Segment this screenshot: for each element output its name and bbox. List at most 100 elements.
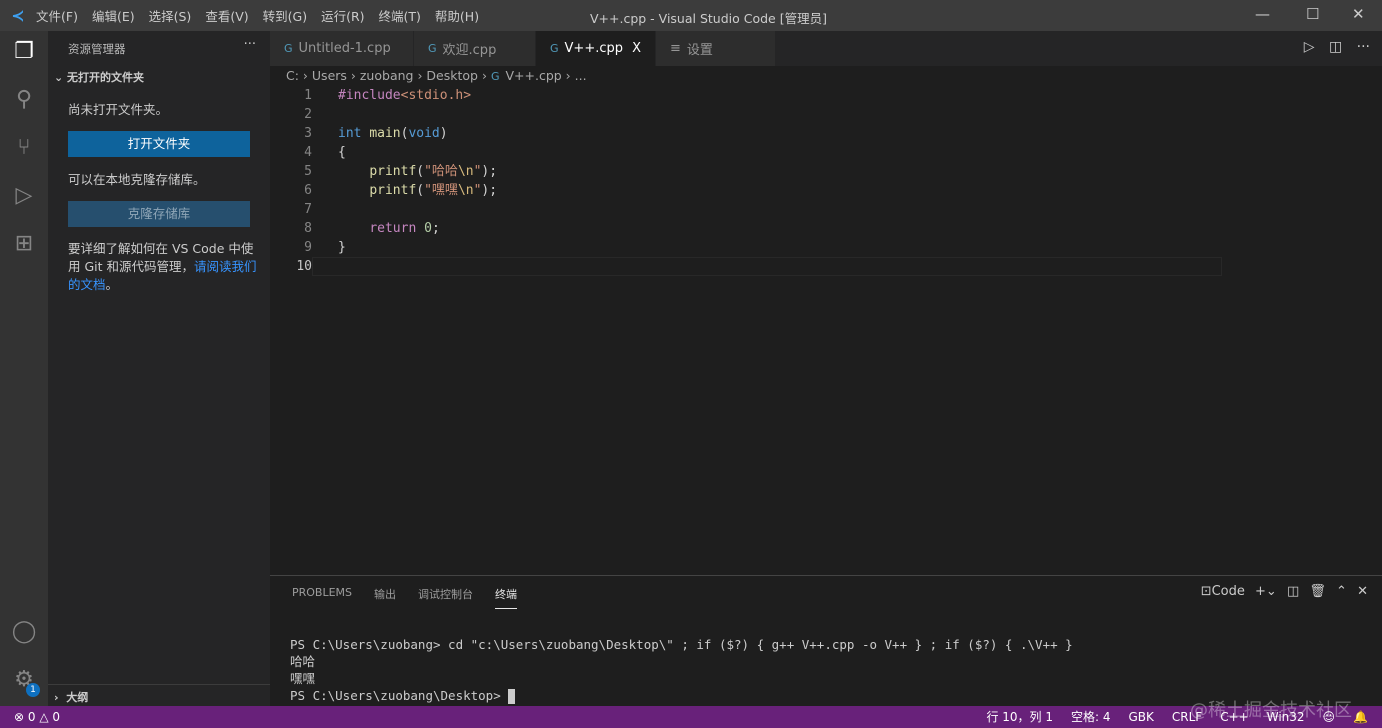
crumb-symbol[interactable]: ...	[575, 68, 587, 83]
activity-bar: ❐ ⚲ ⑂ ▷ ⊞ ◯ ⚙ 1	[0, 31, 48, 706]
menu-selection[interactable]: 选择(S)	[149, 9, 192, 24]
current-line	[312, 257, 1222, 276]
menu-view[interactable]: 查看(V)	[205, 9, 248, 24]
more-actions-button[interactable]: ···	[244, 37, 256, 52]
vscode-logo-icon: ≺	[11, 6, 25, 25]
tab-settings[interactable]: ≡ 设置	[656, 31, 776, 66]
line-number: 9	[304, 240, 312, 255]
code-line: return 0;	[369, 221, 440, 236]
outline-section[interactable]: › 大纲	[48, 684, 270, 706]
line-number: 1	[304, 88, 312, 103]
tab-vpp-cpp[interactable]: G V++.cpp X	[536, 31, 656, 66]
terminal-line: 哈哈	[290, 654, 316, 669]
clone-repository-button[interactable]: 克隆存储库	[68, 201, 250, 227]
problems-status[interactable]: ⊗ 0 △ 0	[14, 706, 60, 728]
tab-debug-console[interactable]: 调试控制台	[418, 586, 473, 609]
editor-actions: ▷ ◫ ···	[1304, 39, 1370, 55]
line-number: 4	[304, 145, 312, 160]
tab-output[interactable]: 输出	[374, 586, 396, 609]
terminal-line: 嘿嘿	[290, 671, 316, 686]
crumb-users[interactable]: Users	[312, 68, 347, 83]
panel-actions: ⊡Code +⌄ ◫ 🗑 ⌃ ✕	[1201, 584, 1368, 599]
menu-file[interactable]: 文件(F)	[36, 9, 78, 24]
close-tab-icon[interactable]: X	[632, 41, 641, 56]
cursor-position[interactable]: 行 10，列 1	[986, 706, 1053, 728]
crumb-desktop[interactable]: Desktop	[426, 68, 478, 83]
code-line: printf("哈哈\n");	[369, 164, 498, 179]
menu-go[interactable]: 转到(G)	[263, 9, 307, 24]
account-icon[interactable]: ◯	[10, 619, 38, 647]
watermark: @稀土掘金技术社区	[1190, 700, 1352, 721]
breadcrumb: C: › Users › zuobang › Desktop › G V++.cp…	[286, 68, 587, 83]
clone-hint: 可以在本地克隆存储库。	[68, 172, 206, 187]
search-icon[interactable]: ⚲	[10, 87, 38, 115]
cpp-file-icon: G	[550, 42, 559, 55]
encoding[interactable]: GBK	[1129, 706, 1154, 728]
chevron-down-icon: ⌄	[54, 71, 68, 84]
split-editor-icon[interactable]: ◫	[1329, 39, 1342, 55]
line-number: 5	[304, 164, 312, 179]
no-folder-text: 尚未打开文件夹。	[68, 102, 169, 117]
line-number: 10	[296, 259, 312, 274]
crumb-file[interactable]: V++.cpp	[505, 68, 561, 83]
learn-text-end: 。	[105, 277, 119, 292]
crumb-drive[interactable]: C:	[286, 68, 299, 83]
code-line: int main(void)	[338, 126, 448, 141]
terminal-cursor	[508, 689, 516, 704]
tab-label: Untitled-1.cpp	[298, 41, 391, 56]
outline-label: 大纲	[66, 691, 89, 704]
line-number: 3	[304, 126, 312, 141]
indentation[interactable]: 空格: 4	[1071, 706, 1111, 728]
explorer-sidebar: 资源管理器 ··· ⌄ 无打开的文件夹 尚未打开文件夹。 打开文件夹 可以在本地…	[48, 31, 270, 706]
menu-run[interactable]: 运行(R)	[321, 9, 364, 24]
bottom-panel: PROBLEMS 输出 调试控制台 终端 ⊡Code +⌄ ◫ 🗑 ⌃ ✕ PS…	[270, 575, 1382, 706]
cpp-file-icon: G	[428, 42, 437, 55]
tab-untitled-1[interactable]: G Untitled-1.cpp	[270, 31, 414, 66]
split-terminal-icon[interactable]: ◫	[1287, 584, 1299, 599]
settings-file-icon: ≡	[670, 41, 681, 56]
line-number: 8	[304, 221, 312, 236]
sidebar-title: 资源管理器	[68, 42, 126, 56]
editor-tabs: G Untitled-1.cpp G 欢迎.cpp G V++.cpp X ≡ 设置 ▷ …	[270, 31, 1382, 66]
open-folder-button[interactable]: 打开文件夹	[68, 131, 250, 157]
close-window-icon[interactable]: ✕	[1352, 5, 1365, 23]
menu-edit[interactable]: 编辑(E)	[92, 9, 135, 24]
tab-welcome-cpp[interactable]: G 欢迎.cpp	[414, 31, 536, 66]
cpp-file-icon: G	[490, 70, 500, 83]
tab-label: 欢迎.cpp	[442, 43, 497, 58]
run-debug-icon[interactable]: ▷	[10, 183, 38, 211]
window-title: V++.cpp - Visual Studio Code [管理员]	[590, 11, 827, 26]
title-bar: ≺ 文件(F) 编辑(E) 选择(S) 查看(V) 转到(G) 运行(R) 终端(T) 帮助(…	[0, 0, 1382, 31]
terminal-output[interactable]: PS C:\Users\zuobang> cd "c:\Users\zuoban…	[290, 636, 1073, 704]
more-icon[interactable]: ···	[1357, 39, 1370, 55]
panel-tabs: PROBLEMS 输出 调试控制台 终端	[292, 586, 539, 609]
tab-problems[interactable]: PROBLEMS	[292, 586, 352, 609]
maximize-panel-icon[interactable]: ⌃	[1336, 584, 1347, 599]
minimize-icon[interactable]: —	[1255, 5, 1270, 23]
files-icon[interactable]: ❐	[10, 39, 38, 67]
menu-terminal[interactable]: 终端(T)	[379, 9, 421, 24]
maximize-icon[interactable]: ☐	[1306, 5, 1319, 23]
code-line: {	[338, 145, 346, 160]
crumb-zuobang[interactable]: zuobang	[360, 68, 414, 83]
tab-label: 设置	[686, 43, 713, 58]
tab-terminal[interactable]: 终端	[495, 586, 518, 609]
code-editor[interactable]: 1 #include<stdio.h> 2 3 int main(void) 4{ …	[270, 86, 1382, 276]
close-panel-icon[interactable]: ✕	[1357, 584, 1368, 599]
terminal-shell-select[interactable]: Code	[1212, 584, 1245, 599]
tab-label: V++.cpp	[564, 41, 623, 56]
no-folder-section[interactable]: ⌄ 无打开的文件夹	[54, 69, 144, 85]
terminal-line: PS C:\Users\zuobang> cd "c:\Users\zuoban…	[290, 637, 1073, 652]
extensions-icon[interactable]: ⊞	[10, 231, 38, 259]
menu-bar: 文件(F) 编辑(E) 选择(S) 查看(V) 转到(G) 运行(R) 终端(T) 帮助(H)	[36, 6, 493, 25]
cpp-file-icon: G	[284, 42, 293, 55]
run-icon[interactable]: ▷	[1304, 39, 1315, 55]
menu-help[interactable]: 帮助(H)	[435, 9, 479, 24]
trash-icon[interactable]: 🗑	[1309, 584, 1326, 599]
source-control-icon[interactable]: ⑂	[10, 135, 38, 163]
bell-icon[interactable]: 🔔	[1353, 706, 1368, 728]
code-line: }	[338, 240, 346, 255]
new-terminal-icon[interactable]: +⌄	[1255, 584, 1277, 599]
